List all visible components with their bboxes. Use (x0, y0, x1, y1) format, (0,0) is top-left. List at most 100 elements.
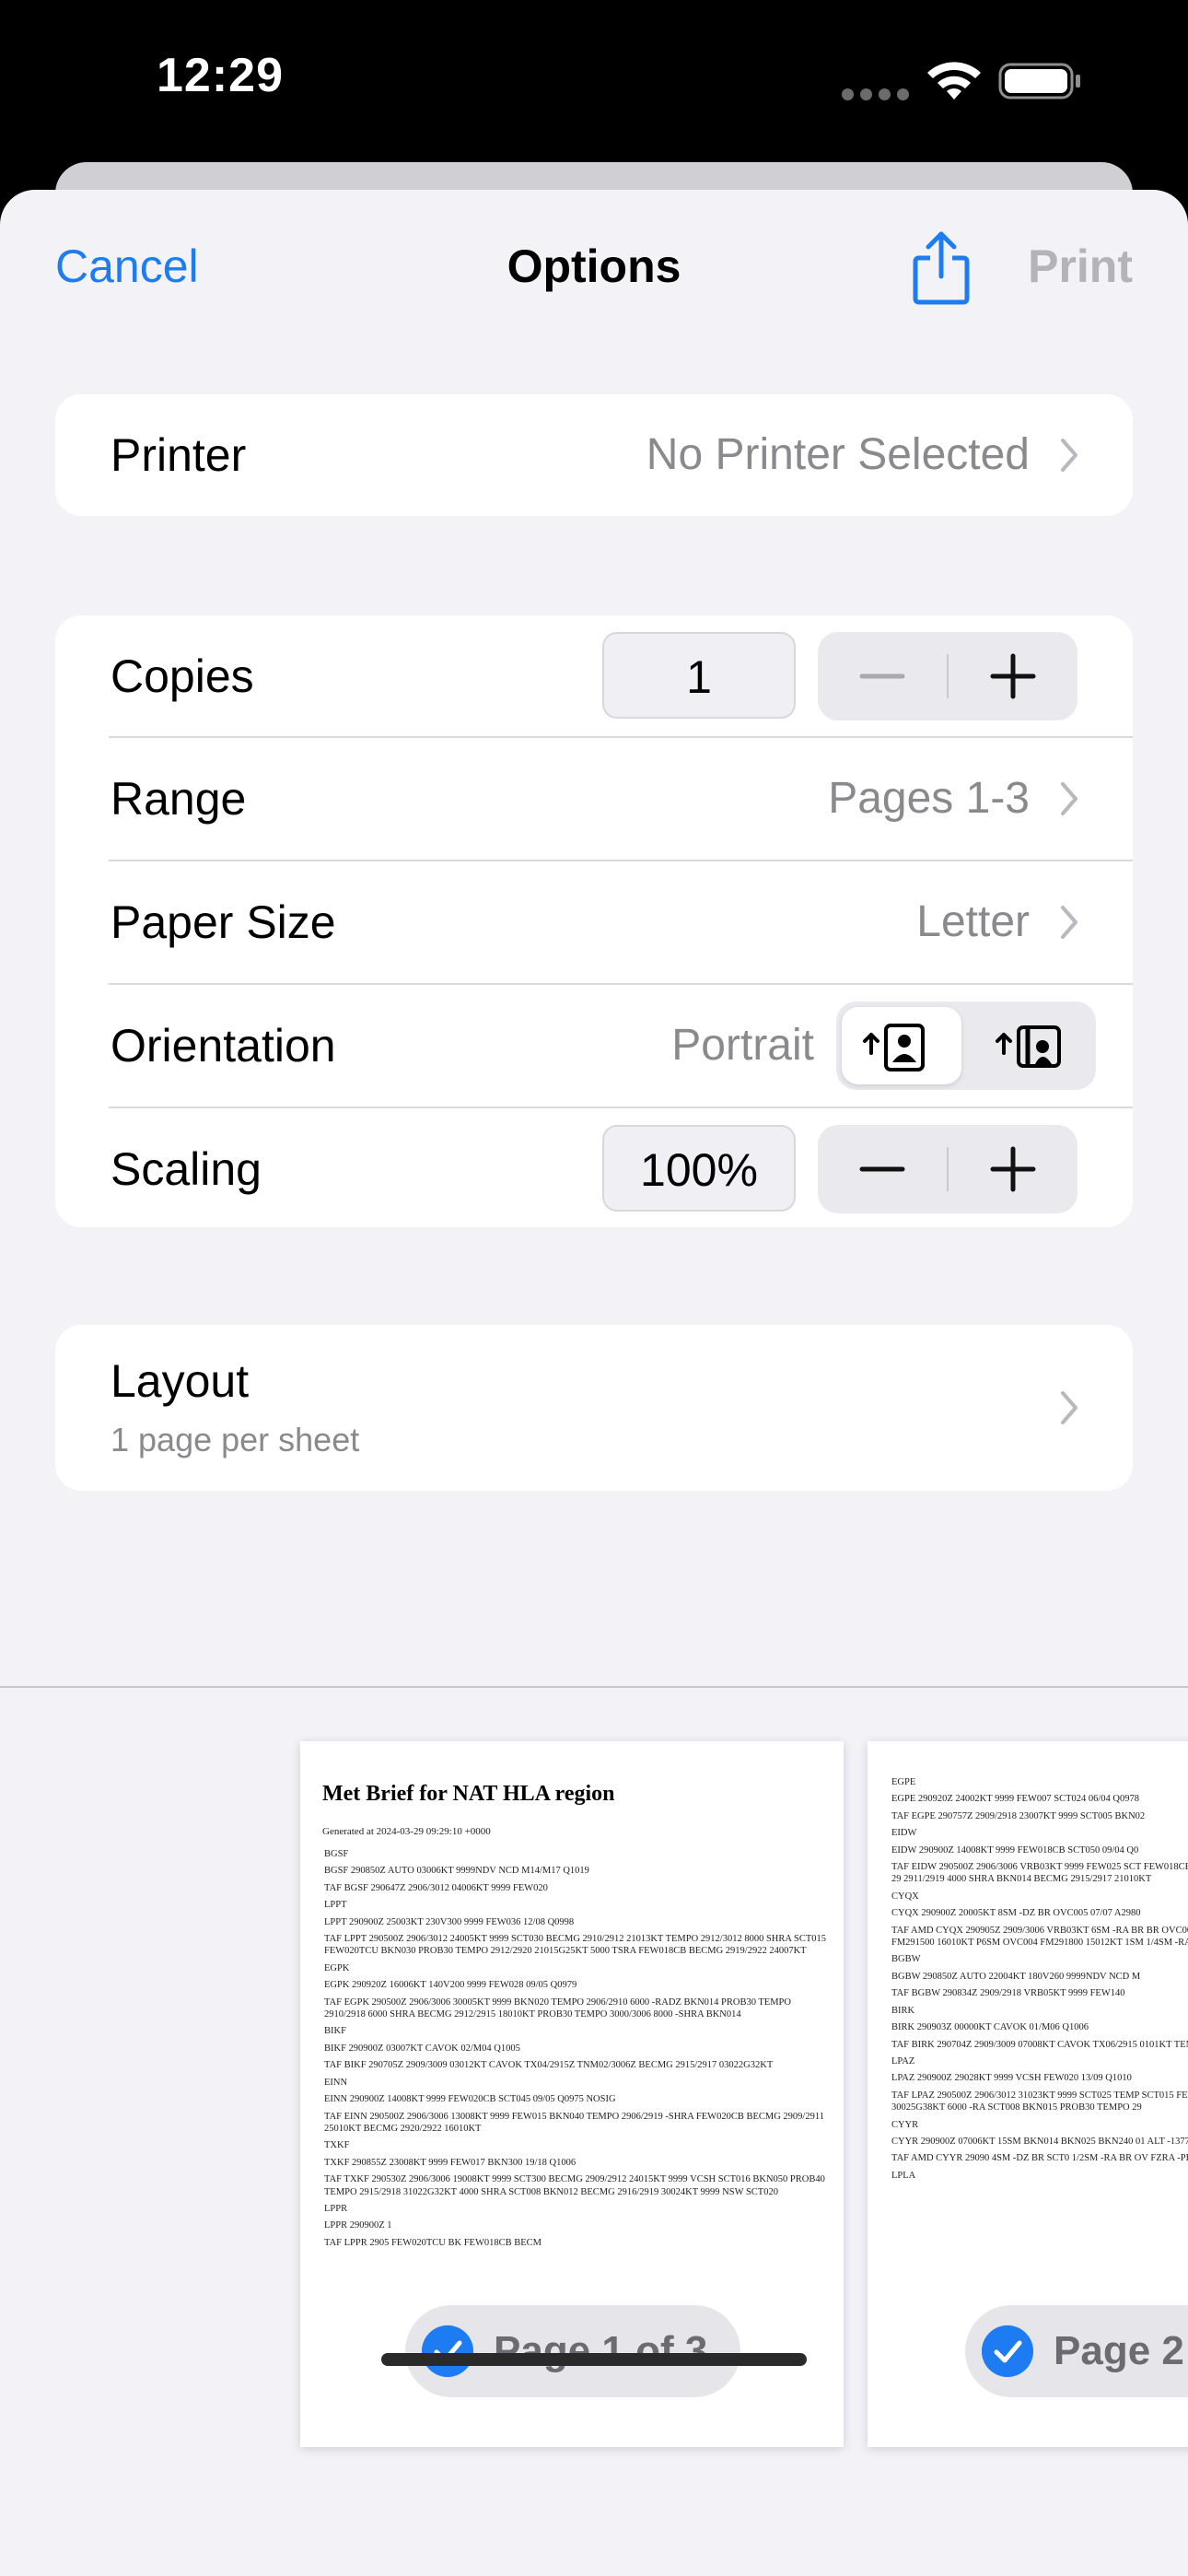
page-text-line: TAF LPPT 290500Z 2906/3012 24005KT 9999 … (324, 1934, 827, 1957)
orientation-row: Orientation Portrait (55, 985, 1133, 1107)
layout-group: Layout 1 page per sheet (55, 1325, 1133, 1491)
page-text-line: BIKF 290900Z 03007KT CAVOK 02/M04 Q1005 (324, 2043, 520, 2054)
page-text-line: EINN 290900Z 14008KT 9999 FEW020CB SCT04… (324, 2094, 616, 2105)
page-text-line: BIRK 290903Z 00000KT CAVOK 01/M06 Q1006 (891, 2022, 1089, 2033)
portrait-option[interactable] (842, 1007, 961, 1084)
preview-divider (0, 1686, 1188, 1688)
range-value: Pages 1-3 (828, 774, 1030, 823)
status-bar: 12:29 (0, 0, 1188, 166)
page-text-line: LPPR 290900Z 1 (324, 2220, 392, 2231)
page-label: Page 1 of 3 (494, 2328, 708, 2373)
chevron-right-icon (1061, 906, 1077, 939)
page-text-line: TAF BGSF 290647Z 2906/3012 04006KT 9999 … (324, 1882, 548, 1893)
page-text-line: TAF AMD CYYR 29090 4SM -DZ BR SCT0 1/2SM… (891, 2153, 1188, 2164)
page-text-line: LPPR (324, 2203, 348, 2214)
page-text-line: TAF EGPE 290757Z 2909/2918 23007KT 9999 … (891, 1810, 1146, 1821)
page-text-line: TXKF (324, 2140, 350, 2151)
copies-row: Copies 1 (55, 615, 1133, 737)
copies-stepper (818, 632, 1077, 720)
generated-timestamp: Generated at 2024-03-29 09:29:10 +0000 (322, 1826, 491, 1837)
battery-icon (998, 63, 1080, 100)
scaling-label: Scaling (111, 1143, 262, 1195)
chevron-right-icon (1061, 439, 1077, 472)
scaling-row: Scaling 100% (55, 1108, 1133, 1227)
print-button[interactable]: Print (1028, 240, 1133, 293)
share-icon[interactable] (910, 230, 973, 306)
page-text-line: TAF BIRK 290704Z 2909/3009 07008KT CAVOK… (891, 2039, 1188, 2050)
page-text-line: TXKF 290855Z 23008KT 9999 FEW017 BKN300 … (324, 2157, 577, 2168)
page-text-line: BGSF 290850Z AUTO 03006KT 9999NDV NCD M1… (324, 1866, 589, 1877)
navigation-bar: Cancel Options Print (0, 190, 1188, 346)
page-text-line: TAF EINN 290500Z 2906/3006 13008KT 9999 … (324, 2111, 824, 2134)
checkmark-icon (982, 2325, 1033, 2377)
orientation-value: Portrait (671, 1021, 814, 1070)
landscape-orientation-icon (996, 1025, 1061, 1068)
chevron-right-icon (1061, 782, 1077, 815)
page-text-line: BGBW (891, 1954, 921, 1965)
landscape-option[interactable] (971, 1007, 1090, 1084)
range-row[interactable]: Range Pages 1-3 (55, 738, 1133, 860)
page-body: EGPE EGPE 290920Z 24002KT 9999 FEW007 SCT… (891, 1776, 1188, 2186)
page-text-line: TAF EGPK 290500Z 2906/3006 30005KT 9999 … (324, 1996, 791, 2020)
page-text-line: EGPK (324, 1962, 350, 1973)
print-preview: Met Brief for NAT HLA region Generated a… (0, 1686, 1188, 2576)
printer-label: Printer (111, 429, 247, 481)
page-text-line: BGSF (324, 1849, 349, 1859)
page-text-line: TAF LPPR 2905 FEW020TCU BK FEW018CB BECM (324, 2237, 542, 2248)
layout-value: 1 page per sheet (111, 1421, 360, 1458)
page-text-line: BGBW 290850Z AUTO 22004KT 180V260 9999ND… (891, 1971, 1141, 1982)
increment-icon[interactable] (949, 632, 1077, 720)
layout-row[interactable]: Layout 1 page per sheet (55, 1325, 1133, 1491)
page-text-line: LPPT 290900Z 25003KT 230V300 9999 FEW036… (324, 1916, 575, 1927)
page-text-line: TAF TXKF 290530Z 2906/3006 19008KT 9999 … (324, 2174, 825, 2197)
page-text-line: EGPE (891, 1777, 916, 1787)
checkmark-icon (422, 2325, 473, 2377)
portrait-orientation-icon (863, 1024, 925, 1071)
scaling-field[interactable]: 100% (602, 1125, 796, 1212)
layout-label: Layout (111, 1355, 250, 1407)
page-title: Options (507, 240, 681, 292)
document-title: Met Brief for NAT HLA region (322, 1782, 615, 1806)
orientation-segmented-control (836, 1001, 1096, 1090)
options-group: Copies 1 Range Pages 1-3 Paper Size Lett… (55, 615, 1133, 1227)
page-text-line: LPAZ 290900Z 29028KT 9999 VCSH FEW020 13… (891, 2073, 1132, 2084)
page-text-line: TAF AMD CYQX 290905Z 2909/3006 VRB03KT 6… (891, 1925, 1188, 1949)
page-text-line: LPPT (324, 1900, 347, 1911)
decrement-icon[interactable] (818, 1125, 947, 1213)
page-text-line: BIKF (324, 2026, 346, 2037)
page-text-line: CYYR (891, 2119, 919, 2130)
increment-icon[interactable] (949, 1125, 1077, 1213)
cellular-signal-icon (842, 88, 915, 105)
decrement-icon[interactable] (818, 632, 947, 720)
page-text-line: LPAZ (891, 2055, 915, 2067)
page-text-line: EGPE 290920Z 24002KT 9999 FEW007 SCT024 … (891, 1794, 1140, 1805)
orientation-label: Orientation (111, 1020, 336, 1071)
page-text-line: TAF BGBW 290834Z 2909/2918 VRB05KT 9999 … (891, 1988, 1125, 1999)
page-text-line: EINN (324, 2077, 348, 2088)
home-indicator (381, 2353, 807, 2366)
page-selection-badge-2[interactable]: Page 2 (965, 2305, 1188, 2397)
page-text-line: TAF BIKF 290705Z 2909/3009 03012KT CAVOK… (324, 2060, 774, 2071)
wifi-icon (927, 62, 981, 100)
page-text-line: TAF EIDW 290500Z 2906/3006 VRB03KT 9999 … (891, 1862, 1188, 1885)
paper-size-value: Letter (916, 897, 1030, 946)
scaling-stepper (818, 1125, 1077, 1213)
page-selection-badge-1[interactable]: Page 1 of 3 (405, 2305, 740, 2397)
page-text-line: LPLA (891, 2170, 916, 2181)
copies-field[interactable]: 1 (602, 632, 796, 719)
page-text-line: EIDW (891, 1828, 917, 1839)
page-text-line: EGPK 290920Z 16006KT 140V200 9999 FEW028… (324, 1980, 577, 1991)
printer-row[interactable]: Printer No Printer Selected (55, 394, 1133, 516)
status-time: 12:29 (157, 49, 284, 102)
print-options-sheet: Cancel Options Print Printer No Printer … (0, 190, 1188, 2576)
page-text-line: EIDW 290900Z 14008KT 9999 FEW018CB SCT05… (891, 1844, 1139, 1856)
chevron-right-icon (1061, 1391, 1077, 1424)
paper-size-label: Paper Size (111, 896, 336, 948)
printer-value: No Printer Selected (646, 430, 1030, 479)
paper-size-row[interactable]: Paper Size Letter (55, 861, 1133, 983)
page-text-line: BIRK (891, 2005, 915, 2016)
page-text-line: TAF LPAZ 290500Z 2906/3012 31023KT 9999 … (891, 2090, 1188, 2113)
page-text-line: CYQX (891, 1891, 919, 1902)
copies-label: Copies (111, 650, 254, 702)
page-body: BGSF BGSF 290850Z AUTO 03006KT 9999NDV NC… (324, 1848, 827, 2254)
